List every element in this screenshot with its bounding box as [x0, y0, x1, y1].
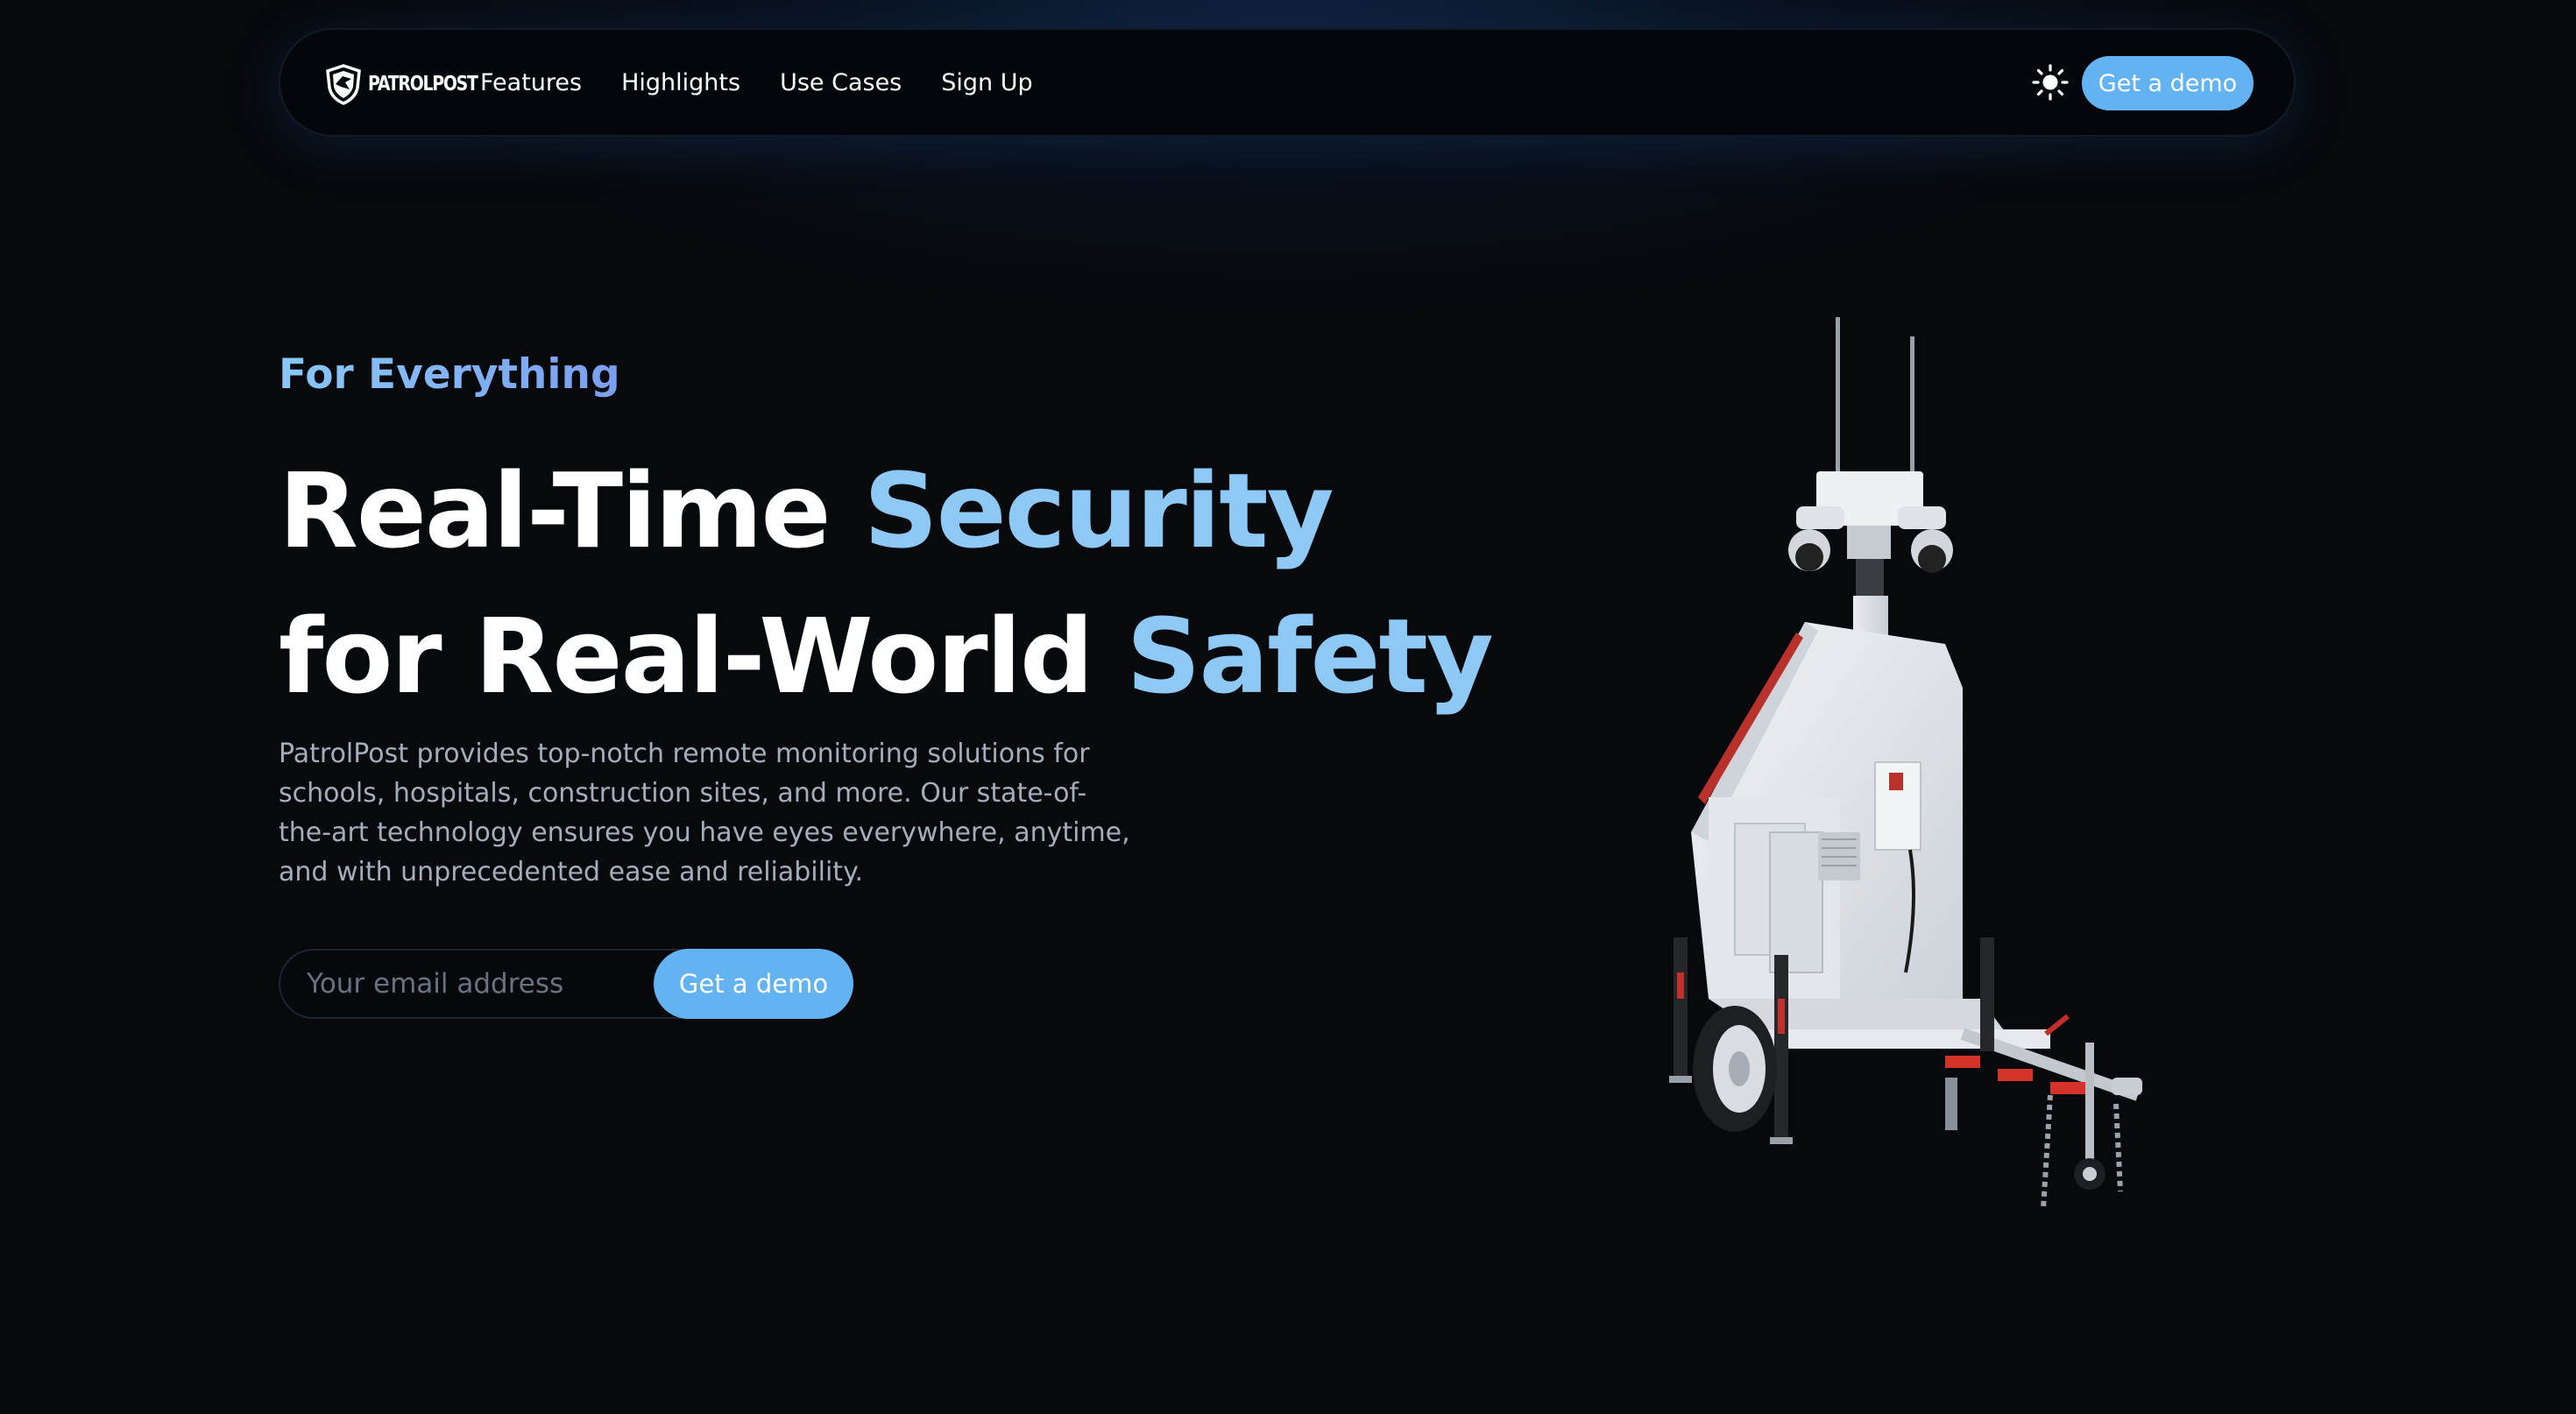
- shield-logo-icon: [326, 64, 361, 105]
- headline-line-2: for Real-World Safety: [279, 583, 1494, 729]
- headline-line-2-plain: for Real-World: [279, 596, 1127, 717]
- sun-icon: [2032, 64, 2069, 101]
- headline-line-1-accent: Security: [863, 450, 1334, 571]
- surveillance-trailer-image: [1669, 317, 2142, 1210]
- headline-line-2-accent: Safety: [1126, 596, 1494, 717]
- logo-wordmark: PATROLPOST: [368, 73, 478, 95]
- nav-links: Features Highlights Use Cases Sign Up: [480, 30, 1072, 135]
- hero-description: PatrolPost provides top-notch remote mon…: [279, 739, 1130, 887]
- nav-link-use-cases[interactable]: Use Cases: [780, 69, 902, 96]
- email-signup-form: Get a demo: [279, 949, 853, 1019]
- hero-get-demo-button[interactable]: Get a demo: [654, 949, 853, 1019]
- theme-toggle-button[interactable]: [2031, 63, 2070, 102]
- brand-logo[interactable]: PATROLPOST: [324, 61, 501, 107]
- top-navbar: PATROLPOST Features Highlights Use Cases…: [279, 28, 2296, 137]
- hero-eyebrow: For Everything: [279, 350, 620, 399]
- headline-line-1: Real-Time Security: [279, 438, 1492, 583]
- nav-link-highlights[interactable]: Highlights: [621, 69, 740, 96]
- nav-link-features[interactable]: Features: [480, 69, 582, 96]
- nav-get-demo-button[interactable]: Get a demo: [2082, 56, 2254, 110]
- headline-line-1-plain: Real-Time: [279, 450, 864, 571]
- hero-headline: Real-Time Security for Real-World Safety: [279, 438, 1494, 729]
- nav-link-sign-up[interactable]: Sign Up: [941, 69, 1032, 96]
